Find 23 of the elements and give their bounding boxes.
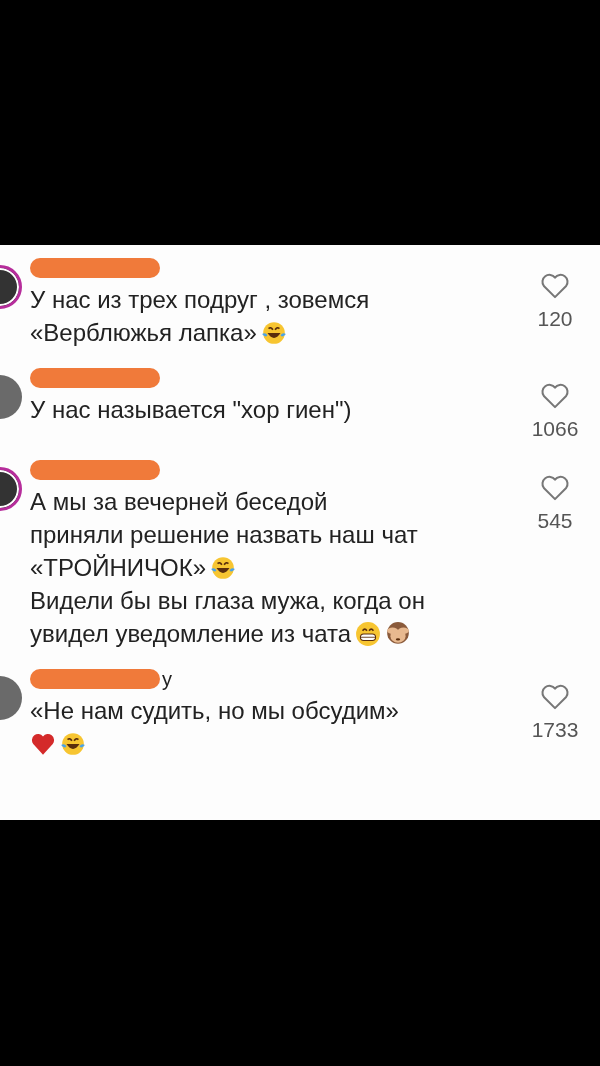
- comment-text: «Верблюжья лапка»: [30, 318, 257, 347]
- comment-text: У нас из трех подруг , зовемся: [30, 285, 370, 314]
- comment-text: У нас называется "хор гиен"): [30, 395, 352, 424]
- comment-text: увидел уведомление из чата: [30, 619, 352, 648]
- comment-text: «ТРОЙНИЧОК»: [30, 553, 206, 582]
- laughing-emoji-icon: [210, 554, 236, 581]
- laughing-emoji-icon: [260, 319, 287, 346]
- like-heart-icon[interactable]: [540, 475, 570, 501]
- like-heart-icon[interactable]: [540, 684, 570, 710]
- grinning-emoji-icon: [355, 620, 382, 647]
- like-heart-icon[interactable]: [540, 383, 570, 409]
- like-count: 120: [537, 307, 573, 331]
- comment-text: приняли решение назвать наш чат: [30, 520, 418, 549]
- like-count: 545: [537, 509, 573, 533]
- comment-text: А мы за вечерней беседой: [30, 487, 328, 516]
- comment-text: Видели бы вы глаза мужа, когда он: [30, 586, 425, 615]
- username[interactable]: у: [162, 667, 172, 691]
- like-count: 1733: [531, 718, 579, 742]
- laughing-emoji-icon: [60, 730, 86, 757]
- like-count: 1066: [531, 417, 579, 441]
- like-heart-icon[interactable]: [540, 273, 570, 299]
- comment-text: «Не нам судить, но мы обсудим»: [30, 696, 399, 725]
- monkey-emoji-icon: [385, 620, 412, 647]
